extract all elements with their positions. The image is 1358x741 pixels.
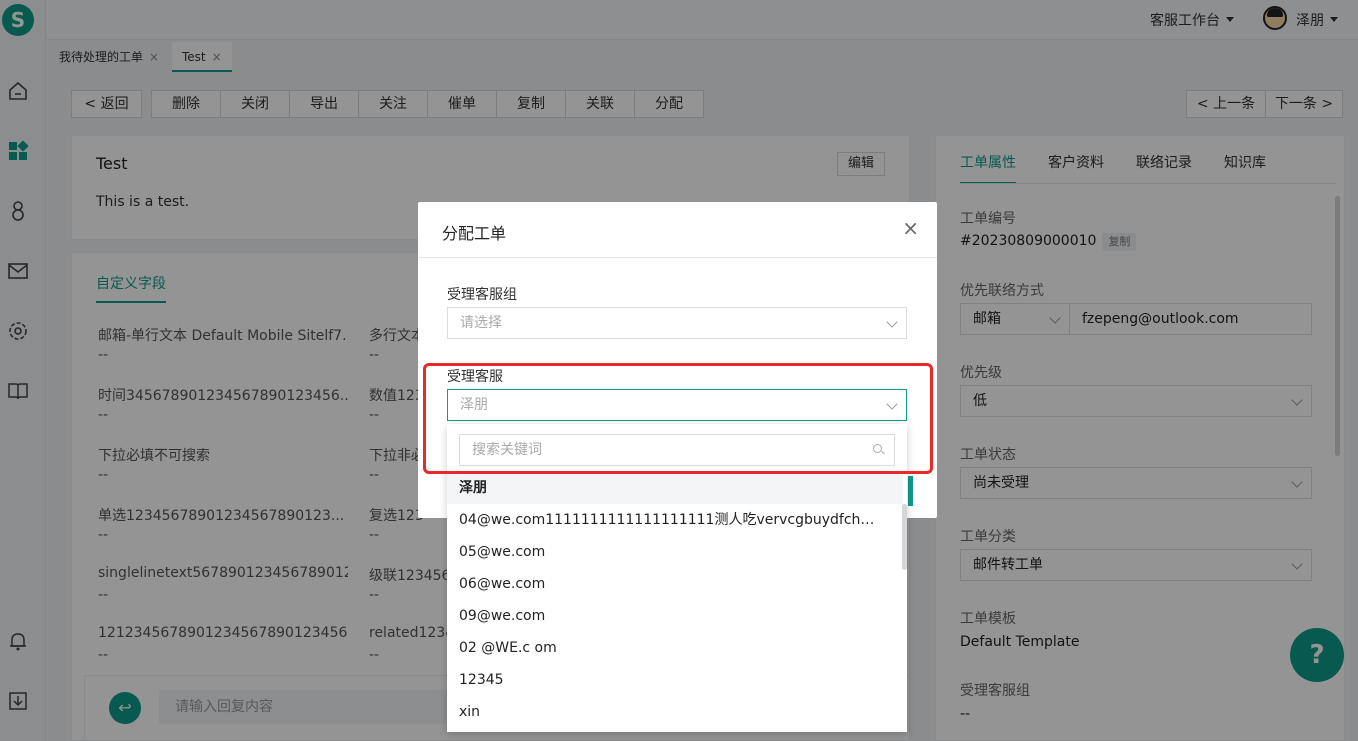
dropdown-option[interactable]: 04@we.com1111111111111111111测人吃vervcgbuy… [447,504,903,536]
dropdown-option[interactable]: 05@we.com [447,536,903,568]
agent-option-list: 泽朋 04@we.com1111111111111111111测人吃vervcg… [447,472,903,728]
highlight-annotation [423,363,933,474]
dropdown-option[interactable]: xin [447,696,903,728]
agent-group-select[interactable]: 请选择 [447,307,907,339]
close-icon[interactable]: × [902,216,919,240]
dropdown-option[interactable]: 09@we.com [447,600,903,632]
dropdown-option[interactable]: 12345 [447,664,903,696]
modal-title: 分配工单 [442,224,507,243]
chevron-down-icon [886,316,898,328]
dropdown-option[interactable]: 泽朋 [447,472,903,504]
dropdown-option[interactable]: 02 @WE.c om [447,632,903,664]
scrollbar[interactable] [902,504,907,570]
confirm-button[interactable] [908,476,913,506]
dropdown-option[interactable]: 06@we.com [447,568,903,600]
agent-group-label: 受理客服组 [447,287,517,303]
divider [418,257,937,258]
